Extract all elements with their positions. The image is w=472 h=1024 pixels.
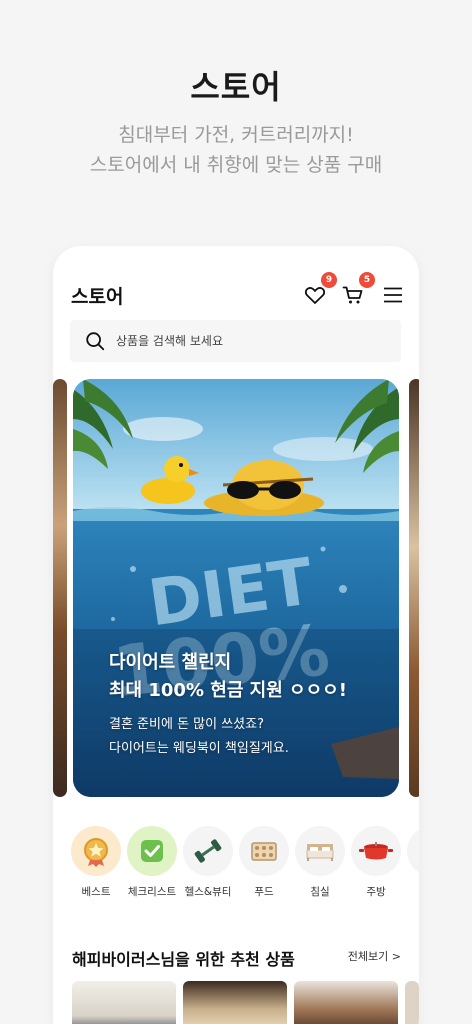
category-label: 침실 bbox=[310, 886, 330, 898]
cart-count-badge: 5 bbox=[359, 272, 375, 288]
search-icon bbox=[86, 332, 105, 351]
page-title: 스토어 bbox=[71, 286, 124, 308]
category-bedroom[interactable]: 침실 bbox=[294, 826, 346, 899]
banner-description: 결혼 준비에 돈 많이 쓰셨죠? 다이어트는 웨딩북이 책임질게요. bbox=[109, 713, 289, 761]
checkbox-icon bbox=[141, 840, 163, 862]
product-card[interactable] bbox=[294, 981, 398, 1024]
category-label: 베스트 bbox=[81, 886, 111, 898]
category-label: 푸드 bbox=[254, 886, 274, 898]
banner-title-line2: 최대 100% 현금 지원 ㅇㅇㅇ! bbox=[109, 680, 347, 701]
recommend-section-title: 해피바이러스님을 위한 추천 상품 bbox=[72, 950, 295, 969]
banner-title-line1: 다이어트 챌린지 bbox=[109, 652, 232, 673]
promo-subtitle-line2: 스토어에서 내 취향에 맞는 상품 구매 bbox=[89, 154, 383, 176]
category-food[interactable]: 푸드 bbox=[238, 826, 290, 899]
category-best-circle bbox=[71, 826, 121, 876]
banner-desc-line1: 결혼 준비에 돈 많이 쓰셨죠? bbox=[109, 717, 264, 732]
next-banner-peek[interactable] bbox=[409, 379, 419, 797]
product-card[interactable] bbox=[72, 981, 176, 1024]
menu-icon bbox=[384, 287, 402, 303]
wishlist-count-badge: 9 bbox=[321, 272, 337, 288]
see-all-link[interactable]: 전체보기 > bbox=[348, 948, 401, 964]
promo-banner[interactable]: DIET 100% 다이어트 챌린지 최대 100% 현금 지원 ㅇㅇㅇ! 결혼… bbox=[73, 379, 399, 797]
wishlist-button[interactable]: 9 bbox=[303, 272, 337, 307]
category-label: 체크리스트 bbox=[127, 886, 177, 898]
category-more-circle bbox=[407, 826, 419, 876]
dumbbell-icon bbox=[194, 839, 222, 863]
category-kitchen-circle bbox=[351, 826, 401, 876]
category-label: 주방 bbox=[366, 886, 386, 898]
search-bar[interactable] bbox=[70, 320, 401, 362]
bed-icon bbox=[306, 844, 334, 861]
category-best[interactable]: 베스트 bbox=[70, 826, 122, 899]
category-checklist-circle bbox=[127, 826, 177, 876]
category-label: 헬스&뷰티 bbox=[184, 886, 232, 898]
prev-banner-peek[interactable] bbox=[53, 379, 67, 797]
category-list: 베스트 체크리스트 헬스&뷰티 푸드 침실 주방 bbox=[70, 826, 419, 906]
category-more-peek[interactable] bbox=[406, 826, 419, 876]
category-kitchen[interactable]: 주방 bbox=[350, 826, 402, 899]
promo-subtitle-line1: 침대부터 가전, 커트러리까지! bbox=[118, 124, 354, 146]
banner-title: 다이어트 챌린지 최대 100% 현금 지원 ㅇㅇㅇ! bbox=[109, 649, 347, 705]
food-box-icon bbox=[251, 842, 277, 861]
medal-icon bbox=[84, 838, 108, 867]
search-input[interactable] bbox=[116, 320, 386, 362]
product-card-peek[interactable] bbox=[405, 981, 419, 1024]
pot-icon bbox=[359, 842, 393, 860]
category-bedroom-circle bbox=[295, 826, 345, 876]
product-card[interactable] bbox=[183, 981, 287, 1024]
promo-title: 스토어 bbox=[190, 68, 282, 106]
heart-icon bbox=[304, 287, 326, 304]
phone-screen: 스토어 9 5 상품을 검색해 보세요 DIET 100% 다이어트 챌린지 최… bbox=[53, 246, 419, 1024]
category-checklist[interactable]: 체크리스트 bbox=[126, 826, 178, 899]
app-header: 스토어 9 5 bbox=[71, 272, 405, 310]
menu-button[interactable] bbox=[381, 283, 405, 307]
category-health-beauty[interactable]: 헬스&뷰티 bbox=[182, 826, 234, 899]
category-food-circle bbox=[239, 826, 289, 876]
banner-desc-line2: 다이어트는 웨딩북이 책임질게요. bbox=[109, 741, 289, 756]
cart-icon bbox=[342, 286, 363, 304]
category-health-circle bbox=[183, 826, 233, 876]
cart-button[interactable]: 5 bbox=[341, 272, 375, 307]
